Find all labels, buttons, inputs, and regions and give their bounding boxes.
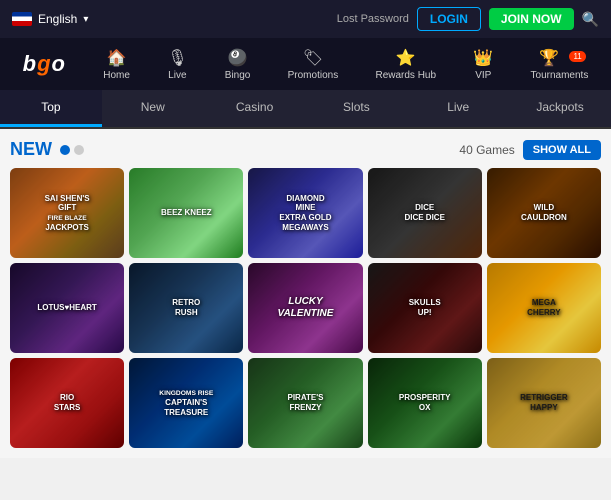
search-icon[interactable]: 🔍 xyxy=(582,11,599,28)
nav-live-label: Live xyxy=(168,70,186,81)
nav-bingo-label: Bingo xyxy=(225,70,251,81)
nav-rewards-label: Rewards Hub xyxy=(375,70,436,81)
pirates-overlay: PIRATE'SFRENZY xyxy=(248,358,362,448)
nav-item-rewards[interactable]: ⭐ Rewards Hub xyxy=(375,48,436,81)
dot-2[interactable] xyxy=(74,145,84,155)
nav-promotions-label: Promotions xyxy=(288,70,339,81)
game-tile-pirates[interactable]: PIRATE'SFRENZY xyxy=(248,358,362,448)
diamond-overlay: DIAMONDMINEExtra GoldMEGAWAYS xyxy=(248,168,362,258)
retro-overlay: RETRORUSH xyxy=(129,263,243,353)
game-tile-prosperity[interactable]: PROSPERITYOX xyxy=(368,358,482,448)
game-tile-dice[interactable]: DiceDice Dice xyxy=(368,168,482,258)
game-tile-retro[interactable]: RETRORUSH xyxy=(129,263,243,353)
game-tile-lucky[interactable]: LuckyValentine xyxy=(248,263,362,353)
nav-item-home[interactable]: 🏠 Home xyxy=(103,48,130,81)
nav-item-tournaments[interactable]: 🏆 11 Tournaments xyxy=(531,48,589,81)
lotus-overlay: LOTUS♥HEART xyxy=(10,263,124,353)
tab-casino[interactable]: Casino xyxy=(204,90,306,127)
home-icon: 🏠 xyxy=(107,48,127,68)
section-title: NEW xyxy=(10,139,52,160)
section-controls: 40 Games SHOW ALL xyxy=(459,140,601,160)
content-area: NEW 40 Games SHOW ALL SAI SHEN'SGIFTFIRE… xyxy=(0,129,611,458)
skulls-title: SKULLSUP! xyxy=(407,296,443,319)
game-tile-wild[interactable]: WildCauldron xyxy=(487,168,601,258)
join-button[interactable]: JOIN NOW xyxy=(489,8,574,30)
rio-title: RIOSTARS xyxy=(52,391,83,414)
wild-title: WildCauldron xyxy=(519,201,569,224)
captain-overlay: KINGDOMS RISECaptain'sTreasure xyxy=(129,358,243,448)
section-header: NEW 40 Games SHOW ALL xyxy=(10,139,601,160)
retrigger-overlay: RETRIGGERHAPPY xyxy=(487,358,601,448)
beez-overlay: Beez Kneez xyxy=(129,168,243,258)
header: English ▾ Lost Password LOGIN JOIN NOW 🔍 xyxy=(0,0,611,38)
game-tile-mega[interactable]: MEGACHERRY xyxy=(487,263,601,353)
lotus-title: LOTUS♥HEART xyxy=(35,301,98,315)
game-tile-sai[interactable]: SAI SHEN'SGIFTFIRE BLAZEJACKPOTS xyxy=(10,168,124,258)
show-all-button[interactable]: SHOW ALL xyxy=(523,140,601,160)
tab-live[interactable]: Live xyxy=(407,90,509,127)
dot-1[interactable] xyxy=(60,145,70,155)
prosperity-title: PROSPERITYOX xyxy=(397,391,453,414)
tabs-bar: Top New Casino Slots Live Jackpots xyxy=(0,90,611,129)
tab-new[interactable]: New xyxy=(102,90,204,127)
login-button[interactable]: LOGIN xyxy=(417,7,481,31)
mega-overlay: MEGACHERRY xyxy=(487,263,601,353)
vip-icon: 👑 xyxy=(473,48,493,68)
header-right: Lost Password LOGIN JOIN NOW 🔍 xyxy=(337,7,599,31)
live-icon: 🎙 xyxy=(167,48,187,68)
nav-bar: bgo 🏠 Home 🎙 Live 🎱 Bingo 🏷 Promotions ⭐… xyxy=(0,38,611,90)
tournaments-icon-wrap: 🏆 11 xyxy=(539,48,580,68)
mega-title: MEGACHERRY xyxy=(525,296,562,319)
games-grid: SAI SHEN'SGIFTFIRE BLAZEJACKPOTS Beez Kn… xyxy=(10,168,601,448)
rewards-icon: ⭐ xyxy=(396,48,416,68)
game-tile-captain[interactable]: KINGDOMS RISECaptain'sTreasure xyxy=(129,358,243,448)
logo-text: bgo xyxy=(23,51,66,77)
nav-item-promotions[interactable]: 🏷 Promotions xyxy=(288,48,339,81)
lucky-overlay: LuckyValentine xyxy=(248,263,362,353)
logo[interactable]: bgo xyxy=(23,51,66,77)
retrigger-title: RETRIGGERHAPPY xyxy=(518,391,570,414)
bingo-icon: 🎱 xyxy=(228,48,248,68)
language-chevron-icon: ▾ xyxy=(83,14,88,25)
nav-home-label: Home xyxy=(103,70,130,81)
game-tile-diamond[interactable]: DIAMONDMINEExtra GoldMEGAWAYS xyxy=(248,168,362,258)
lucky-title: LuckyValentine xyxy=(276,294,336,322)
dice-title: DiceDice Dice xyxy=(402,201,446,224)
skulls-overlay: SKULLSUP! xyxy=(368,263,482,353)
nav-vip-label: VIP xyxy=(475,70,491,81)
tab-slots[interactable]: Slots xyxy=(305,90,407,127)
sai-overlay: SAI SHEN'SGIFTFIRE BLAZEJACKPOTS xyxy=(10,168,124,258)
wild-overlay: WildCauldron xyxy=(487,168,601,258)
tournaments-badge: 11 xyxy=(569,51,585,62)
pagination-dots xyxy=(60,145,84,155)
prosperity-overlay: PROSPERITYOX xyxy=(368,358,482,448)
header-left: English ▾ xyxy=(12,12,88,26)
language-label: English xyxy=(38,12,77,26)
game-tile-retrigger[interactable]: RETRIGGERHAPPY xyxy=(487,358,601,448)
pirates-title: PIRATE'SFRENZY xyxy=(286,391,326,414)
game-tile-beez[interactable]: Beez Kneez xyxy=(129,168,243,258)
nav-item-live[interactable]: 🎙 Live xyxy=(167,48,187,81)
nav-item-vip[interactable]: 👑 VIP xyxy=(473,48,493,81)
beez-title: Beez Kneez xyxy=(159,206,214,220)
captain-title: KINGDOMS RISECaptain'sTreasure xyxy=(157,386,215,419)
rio-overlay: RIOSTARS xyxy=(10,358,124,448)
games-count: 40 Games xyxy=(459,143,514,157)
tab-top[interactable]: Top xyxy=(0,90,102,127)
flag-icon xyxy=(12,12,32,26)
tournaments-icon: 🏆 xyxy=(539,50,559,67)
section-title-wrap: NEW xyxy=(10,139,84,160)
nav-item-bingo[interactable]: 🎱 Bingo xyxy=(225,48,251,81)
dice-overlay: DiceDice Dice xyxy=(368,168,482,258)
nav-tournaments-label: Tournaments xyxy=(531,70,589,81)
game-tile-lotus[interactable]: LOTUS♥HEART xyxy=(10,263,124,353)
diamond-title: DIAMONDMINEExtra GoldMEGAWAYS xyxy=(277,192,333,234)
promotions-icon: 🏷 xyxy=(303,48,323,68)
retro-title: RETRORUSH xyxy=(170,296,202,319)
sai-title: SAI SHEN'SGIFTFIRE BLAZEJACKPOTS xyxy=(43,192,92,235)
game-tile-rio[interactable]: RIOSTARS xyxy=(10,358,124,448)
lost-password-link[interactable]: Lost Password xyxy=(337,13,409,25)
game-tile-skulls[interactable]: SKULLSUP! xyxy=(368,263,482,353)
tab-jackpots[interactable]: Jackpots xyxy=(509,90,611,127)
